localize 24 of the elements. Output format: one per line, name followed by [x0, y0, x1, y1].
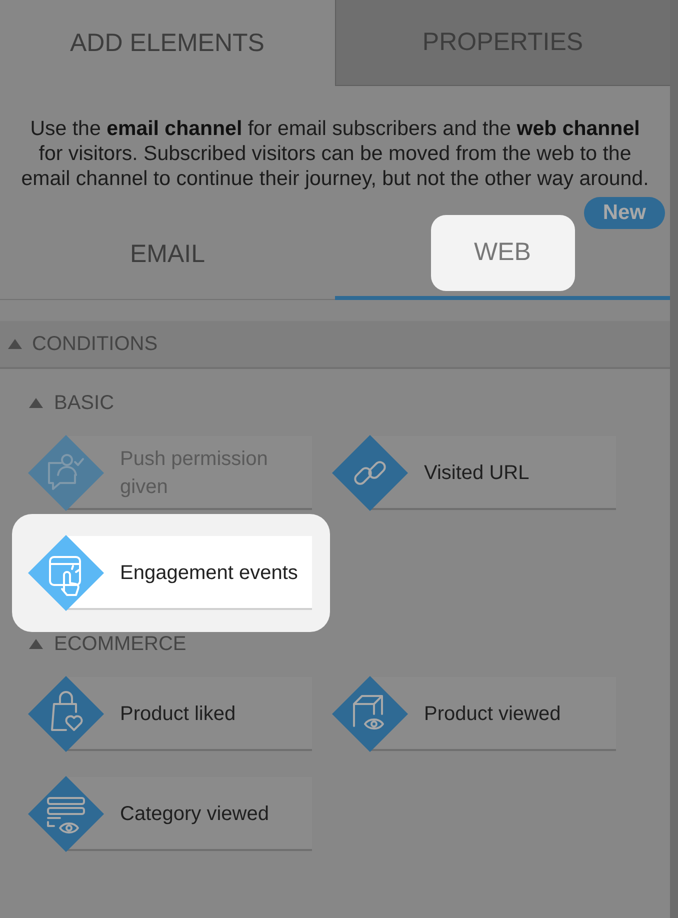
condition-item[interactable]: Product liked	[28, 677, 312, 751]
list-eye-icon	[28, 776, 104, 852]
section-title: CONDITIONS	[32, 332, 158, 356]
click-icon	[28, 535, 104, 611]
group-title: ECOMMERCE	[54, 632, 186, 656]
new-badge: New	[584, 197, 665, 229]
condition-item[interactable]: Product viewed	[332, 677, 616, 751]
condition-item[interactable]: Visited URL	[332, 436, 616, 510]
condition-item[interactable]: Engagement events	[28, 536, 312, 610]
collapse-icon	[29, 639, 43, 649]
channel-description: Use the email channel for email subscribers and the web channel for visitors. Subscribed visitors can be moved from the web to the email channel to continue their journey, but not the other way around.	[20, 116, 650, 191]
box-eye-icon	[332, 676, 408, 752]
group-title: BASIC	[54, 392, 114, 414]
bag-heart-icon	[28, 676, 104, 752]
group-header[interactable]: ECOMMERCE	[0, 627, 670, 661]
channel-tab[interactable]: EMAIL	[96, 216, 240, 292]
group-header[interactable]: BASIC	[0, 386, 670, 420]
section-header[interactable]: CONDITIONS	[0, 321, 670, 369]
channel-tab[interactable]: WEB	[430, 214, 574, 290]
condition-item[interactable]: Category viewed	[28, 777, 312, 851]
link-icon	[332, 435, 408, 511]
chat-person-icon	[28, 435, 104, 511]
collapse-icon	[29, 398, 43, 408]
collapse-icon	[8, 339, 22, 349]
